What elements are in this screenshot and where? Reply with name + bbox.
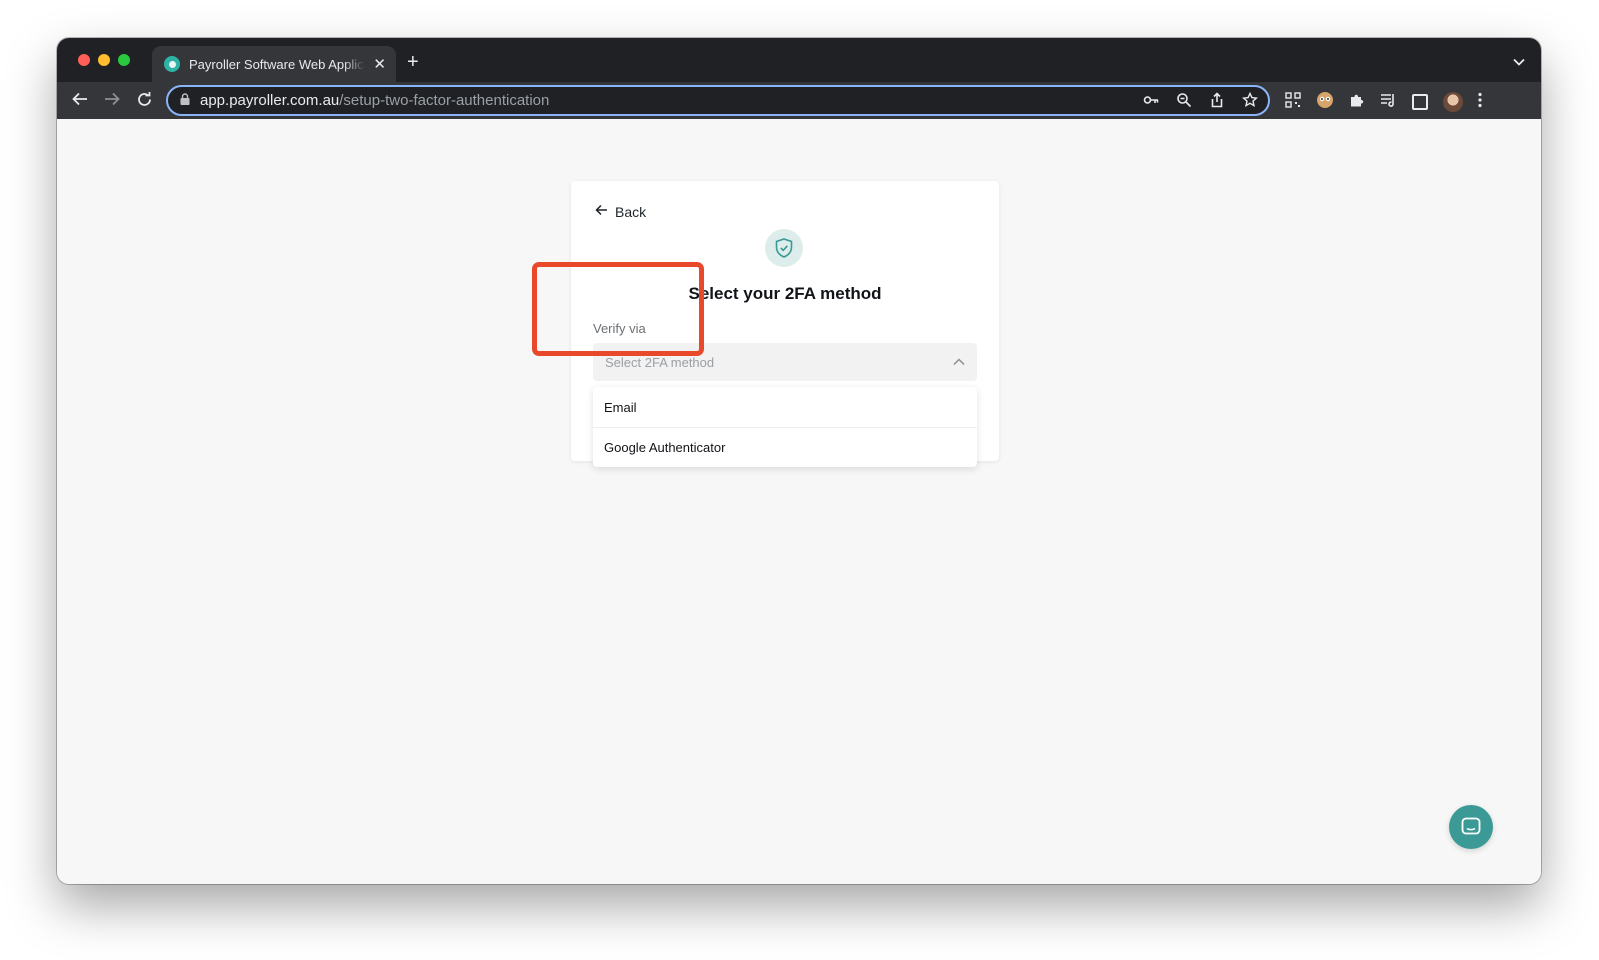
- forward-arrow-icon[interactable]: [103, 90, 121, 111]
- tab-title: Payroller Software Web Application: [189, 56, 365, 72]
- extensions-area: [1285, 91, 1482, 113]
- annotation-highlight-box: [532, 262, 704, 356]
- key-icon[interactable]: [1143, 92, 1159, 112]
- profile-avatar[interactable]: [1443, 92, 1463, 112]
- browser-window: Payroller Software Web Application ✕ + a…: [57, 38, 1541, 884]
- puzzle-extensions-icon[interactable]: [1349, 92, 1365, 112]
- back-label: Back: [615, 203, 647, 220]
- new-tab-button[interactable]: +: [407, 52, 419, 72]
- back-link[interactable]: Back: [595, 203, 646, 220]
- zoom-window-button[interactable]: [118, 54, 130, 66]
- chat-launcher-button[interactable]: [1449, 805, 1493, 849]
- payroller-favicon-icon: [164, 56, 180, 72]
- url-path: /setup-two-factor-authentication: [339, 92, 550, 109]
- back-arrow-icon: [595, 203, 608, 220]
- qr-code-icon[interactable]: [1285, 92, 1301, 112]
- back-arrow-icon[interactable]: [71, 90, 89, 111]
- shield-check-icon: [765, 229, 803, 267]
- browser-toolbar: app.payroller.com.au/setup-two-factor-au…: [57, 82, 1541, 119]
- lock-icon[interactable]: [180, 93, 190, 108]
- address-bar-actions: [1143, 91, 1259, 112]
- minimize-window-button[interactable]: [98, 54, 110, 66]
- side-panel-icon[interactable]: [1412, 94, 1428, 110]
- more-menu-icon[interactable]: [1478, 92, 1482, 112]
- page-viewport: Back Select your 2FA method Verify via S…: [57, 119, 1541, 884]
- tab-active[interactable]: Payroller Software Web Application ✕: [152, 46, 396, 82]
- address-bar[interactable]: app.payroller.com.au/setup-two-factor-au…: [166, 85, 1270, 116]
- tab-search-chevron-icon[interactable]: [1513, 55, 1525, 69]
- url-host: app.payroller.com.au: [200, 92, 340, 109]
- media-queue-icon[interactable]: [1380, 92, 1397, 112]
- close-window-button[interactable]: [78, 54, 90, 66]
- chevron-up-icon: [953, 353, 965, 371]
- extension-face-icon[interactable]: [1316, 91, 1334, 113]
- option-google-authenticator[interactable]: Google Authenticator: [593, 427, 977, 467]
- chat-icon: [1461, 817, 1481, 835]
- tab-close-icon[interactable]: ✕: [373, 57, 386, 72]
- option-email[interactable]: Email: [593, 387, 977, 427]
- bookmark-star-icon[interactable]: [1241, 91, 1259, 112]
- two-factor-method-options: Email Google Authenticator: [593, 387, 977, 467]
- reload-icon[interactable]: [136, 91, 153, 112]
- share-icon[interactable]: [1209, 92, 1225, 112]
- select-placeholder: Select 2FA method: [605, 354, 715, 370]
- tab-bar: Payroller Software Web Application ✕ +: [57, 38, 1541, 82]
- zoom-icon[interactable]: [1176, 92, 1192, 112]
